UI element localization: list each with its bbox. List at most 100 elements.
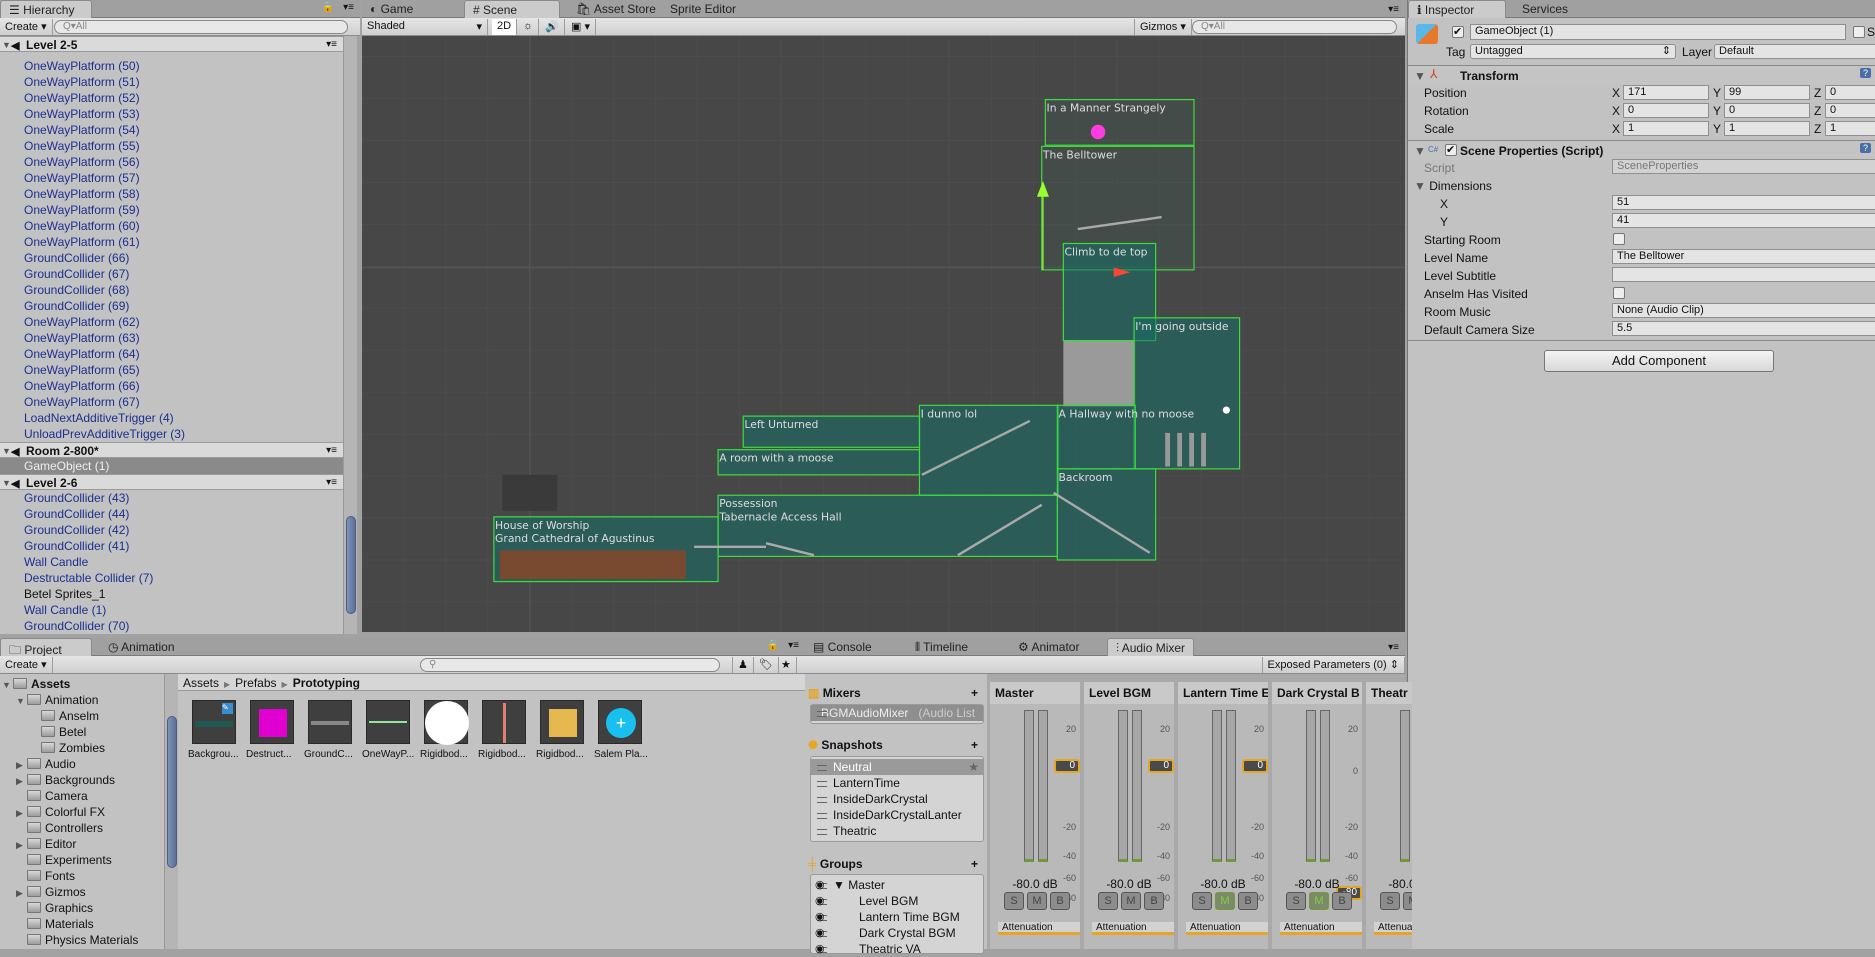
folder-colorful-fx[interactable]: ▶ Colorful FX [16, 804, 105, 820]
tab-hierarchy[interactable]: ☰ Hierarchy [0, 0, 92, 18]
tab-audio-mixer[interactable]: ⫶ Audio Mixer [1107, 638, 1195, 656]
foldout-arrow-icon[interactable]: ▼ [2, 677, 13, 693]
scene-header[interactable]: ◀ Level 2-5 ▾≡ ▼ [0, 36, 343, 52]
lighting-icon[interactable]: ☼ [518, 19, 540, 35]
mute-button[interactable]: M [1121, 892, 1141, 910]
asset-item[interactable]: ✎ Backgrou... [188, 700, 242, 760]
position-x-input[interactable]: 171 [1623, 85, 1709, 100]
group-item[interactable]: ◉ Level BGM [811, 893, 983, 909]
attenuation-effect[interactable]: Attenuation [998, 922, 1080, 935]
starting-room-checkbox[interactable] [1613, 233, 1625, 245]
2d-toggle[interactable]: 2D [492, 19, 518, 35]
foldout-arrow-icon[interactable]: ▶ [16, 885, 27, 901]
scene-header[interactable]: ◀ Level 2-6 ▾≡ ▼ [0, 474, 343, 490]
volume-fader[interactable]: 0 [1148, 759, 1174, 773]
lock-icon[interactable]: 🔒 [767, 640, 779, 651]
hierarchy-item[interactable]: OneWayPlatform (62) [0, 314, 343, 330]
folder-zombies[interactable]: Zombies [30, 740, 105, 756]
attenuation-effect[interactable]: Attenuation [1374, 922, 1412, 935]
visibility-eye-icon[interactable]: ◉ [815, 909, 825, 925]
hierarchy-item[interactable]: Wall Candle [0, 554, 343, 570]
asset-item[interactable]: Destruct... [246, 700, 300, 760]
gizmos-dropdown[interactable]: Gizmos ▾ [1134, 19, 1192, 35]
snapshot-item[interactable]: InsideDarkCrystal [811, 791, 983, 807]
tab-scene[interactable]: # Scene [464, 0, 560, 18]
static-checkbox[interactable] [1853, 26, 1865, 38]
foldout-arrow-icon[interactable]: ▶ [16, 773, 27, 789]
breadcrumb-item[interactable]: Prefabs [235, 676, 276, 690]
attenuation-effect[interactable]: Attenuation [1280, 922, 1362, 935]
folder-audio[interactable]: ▶ Audio [16, 756, 76, 772]
add-group-button[interactable]: + [971, 857, 978, 871]
bypass-button[interactable]: B [1144, 892, 1164, 910]
hierarchy-item[interactable]: OneWayPlatform (65) [0, 362, 343, 378]
folder-animation[interactable]: ▼ Animation [16, 692, 98, 708]
volume-fader[interactable]: 0 [1242, 759, 1268, 773]
group-item[interactable]: ◉ ▼ Master [811, 877, 983, 893]
tab-console[interactable]: ▤ Console [805, 638, 880, 656]
hierarchy-item[interactable]: OneWayPlatform (58) [0, 186, 343, 202]
scale-x-input[interactable]: 1 [1623, 121, 1709, 136]
hierarchy-search-input[interactable]: Q▾All [54, 20, 348, 34]
mute-button[interactable]: M [1027, 892, 1047, 910]
hierarchy-scrollbar[interactable] [343, 36, 357, 634]
exposed-parameters-dropdown[interactable]: Exposed Parameters (0) ⇕ [1261, 657, 1405, 673]
snapshot-item[interactable]: LanternTime [811, 775, 983, 791]
folder-editor[interactable]: ▶ Editor [16, 836, 76, 852]
asset-item[interactable]: + Salem Pla... [594, 700, 648, 760]
hierarchy-item[interactable]: GroundCollider (44) [0, 506, 343, 522]
folder-anselm[interactable]: Anselm [30, 708, 99, 724]
breadcrumb-item[interactable]: Prototyping [293, 676, 360, 690]
scene-header[interactable]: ◀ Room 2-800* ▾≡ ▼ [0, 442, 343, 458]
foldout-arrow-icon[interactable]: ▼ [2, 443, 11, 459]
breadcrumb-item[interactable]: Assets [183, 676, 219, 690]
hierarchy-item[interactable]: OneWayPlatform (61) [0, 234, 343, 250]
mixer-item[interactable]: BGMAudioMixer (Audio List [811, 705, 983, 721]
scrollbar-thumb[interactable] [167, 716, 177, 868]
attenuation-effect[interactable]: Attenuation [1092, 922, 1174, 935]
folder-gizmos[interactable]: ▶ Gizmos [16, 884, 86, 900]
hierarchy-item[interactable]: GroundCollider (41) [0, 538, 343, 554]
tab-project[interactable]: 🗀 Project [0, 638, 92, 657]
add-snapshot-button[interactable]: + [971, 738, 978, 752]
asset-item[interactable]: GroundC... [304, 700, 358, 760]
foldout-arrow-icon[interactable]: ▼ [2, 37, 11, 53]
tab-animation[interactable]: ◷ Animation [100, 638, 183, 656]
tree-scrollbar[interactable] [164, 674, 178, 949]
tag-dropdown[interactable]: Untagged ⇕ [1470, 44, 1676, 59]
folder-camera[interactable]: Camera [16, 788, 88, 804]
help-icon[interactable]: ? [1859, 143, 1871, 153]
mute-button[interactable]: M [1403, 892, 1412, 910]
add-component-button[interactable]: Add Component [1544, 350, 1774, 372]
foldout-arrow-icon[interactable]: ▶ [16, 805, 27, 821]
folder-graphics[interactable]: Graphics [16, 900, 93, 916]
solo-button[interactable]: S [1098, 892, 1118, 910]
tab-sprite-editor[interactable]: Sprite Editor [662, 0, 744, 18]
folder-experiments[interactable]: Experiments [16, 852, 112, 868]
help-icon[interactable]: ? [1859, 68, 1871, 78]
camera-size-input[interactable]: 5.5 [1612, 321, 1875, 336]
room-music-field[interactable]: None (Audio Clip) [1612, 303, 1875, 318]
hierarchy-item[interactable]: LoadNextAdditiveTrigger (4) [0, 410, 343, 426]
hierarchy-item[interactable]: GroundCollider (43) [0, 490, 343, 506]
scene-search-input[interactable]: Q▾All [1192, 20, 1397, 34]
visibility-eye-icon[interactable]: ◉ [815, 893, 825, 909]
scale-y-input[interactable]: 1 [1724, 121, 1810, 136]
scene-menu-icon[interactable]: ▾≡ [326, 475, 337, 491]
visibility-eye-icon[interactable]: ◉ [815, 941, 825, 957]
volume-fader[interactable]: 0 [1054, 759, 1080, 773]
create-button[interactable]: Create ▾ [0, 19, 53, 35]
effects-icon[interactable]: ▣ ▾ [566, 19, 596, 35]
hierarchy-item[interactable]: GroundCollider (67) [0, 266, 343, 282]
bypass-button[interactable]: B [1238, 892, 1258, 910]
hierarchy-item[interactable]: OneWayPlatform (59) [0, 202, 343, 218]
rotation-x-input[interactable]: 0 [1623, 103, 1709, 118]
attenuation-effect[interactable]: Attenuation [1186, 922, 1268, 935]
tab-animator[interactable]: ⚙ Animator [1010, 638, 1087, 656]
foldout-arrow-icon[interactable]: ▼ [2, 475, 11, 491]
layer-dropdown[interactable]: Default [1714, 44, 1875, 59]
rotation-z-input[interactable]: 0 [1825, 103, 1875, 118]
hierarchy-item[interactable]: OneWayPlatform (51) [0, 74, 343, 90]
tab-inspector[interactable]: ℹ Inspector [1408, 0, 1506, 18]
hierarchy-item[interactable]: OneWayPlatform (66) [0, 378, 343, 394]
